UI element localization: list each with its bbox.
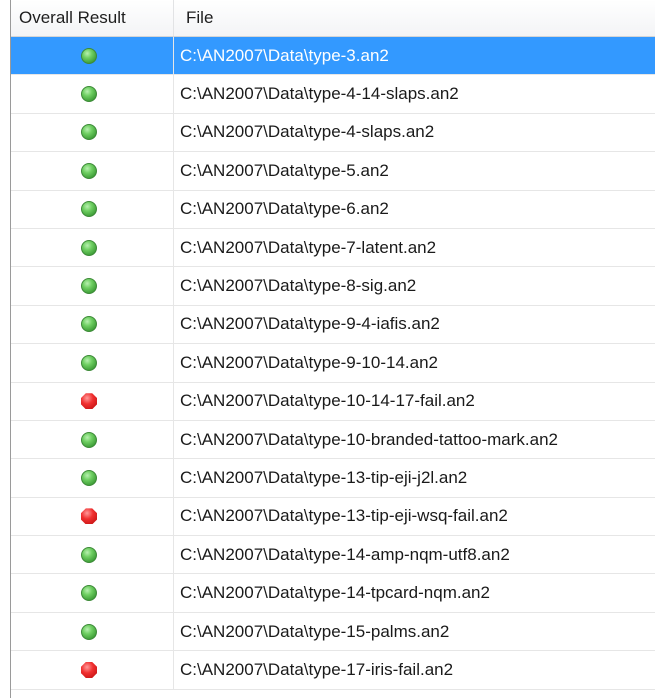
fail-icon xyxy=(81,393,97,410)
file-path-cell: C:\AN2007\Data\type-9-4-iafis.an2 xyxy=(180,314,440,334)
file-path-cell: C:\AN2007\Data\type-10-14-17-fail.an2 xyxy=(180,391,475,411)
table-row[interactable]: C:\AN2007\Data\type-7-latent.an2 xyxy=(11,228,655,268)
pass-icon xyxy=(81,431,97,448)
file-path-cell: C:\AN2007\Data\type-4-14-slaps.an2 xyxy=(180,84,459,104)
pass-icon xyxy=(81,623,97,640)
overall-result-cell xyxy=(11,497,174,536)
overall-result-cell xyxy=(11,651,174,689)
file-path-cell: C:\AN2007\Data\type-14-tpcard-nqm.an2 xyxy=(180,583,490,603)
pass-icon xyxy=(81,47,97,64)
file-path-cell: C:\AN2007\Data\type-13-tip-eji-j2l.an2 xyxy=(180,467,468,487)
pass-icon xyxy=(81,201,97,218)
table-row[interactable]: C:\AN2007\Data\type-9-10-14.an2 xyxy=(11,344,655,383)
file-path-cell: C:\AN2007\Data\type-13-tip-eji-wsq-fail.… xyxy=(180,506,508,526)
list-rows: C:\AN2007\Data\type-3.an2 C:\AN2007\Data\… xyxy=(11,37,655,690)
table-row[interactable]: C:\AN2007\Data\type-3.an2 xyxy=(11,37,655,76)
pass-icon xyxy=(81,86,97,103)
overall-result-cell xyxy=(11,305,174,344)
pass-icon xyxy=(81,546,97,563)
table-row[interactable]: C:\AN2007\Data\type-5.an2 xyxy=(11,152,655,191)
overall-result-cell xyxy=(11,267,174,305)
table-row[interactable]: C:\AN2007\Data\type-10-branded-tattoo-ma… xyxy=(11,420,655,460)
table-row[interactable]: C:\AN2007\Data\type-6.an2 xyxy=(11,190,655,229)
file-path-cell: C:\AN2007\Data\type-9-10-14.an2 xyxy=(180,352,438,372)
overall-result-cell xyxy=(11,536,174,574)
results-list-view[interactable]: Overall Result File C:\AN2007\Data\type-… xyxy=(10,0,655,698)
pass-icon xyxy=(81,469,97,486)
pass-icon xyxy=(81,354,97,371)
file-path-cell: C:\AN2007\Data\type-14-amp-nqm-utf8.an2 xyxy=(180,544,510,564)
table-row[interactable]: C:\AN2007\Data\type-4-14-slaps.an2 xyxy=(11,75,655,114)
pass-icon xyxy=(81,124,97,141)
overall-result-cell xyxy=(11,190,174,228)
pass-icon xyxy=(81,585,97,602)
overall-result-cell xyxy=(11,228,174,267)
file-path-cell: C:\AN2007\Data\type-8-sig.an2 xyxy=(180,276,417,296)
table-row[interactable]: C:\AN2007\Data\type-8-sig.an2 xyxy=(11,267,655,306)
table-row[interactable]: C:\AN2007\Data\type-15-palms.an2 xyxy=(11,612,655,652)
overall-result-cell xyxy=(11,382,174,420)
overall-result-cell xyxy=(11,75,174,113)
fail-icon xyxy=(81,661,97,678)
table-row[interactable]: C:\AN2007\Data\type-14-amp-nqm-utf8.an2 xyxy=(11,536,655,575)
file-path-cell: C:\AN2007\Data\type-4-slaps.an2 xyxy=(180,122,435,142)
overall-result-cell xyxy=(11,37,174,75)
pass-icon xyxy=(81,239,97,256)
overall-result-cell xyxy=(11,459,174,497)
column-header-overall-result[interactable]: Overall Result xyxy=(11,0,174,36)
list-header: Overall Result File xyxy=(11,0,655,37)
pass-icon xyxy=(81,316,97,333)
file-path-cell: C:\AN2007\Data\type-5.an2 xyxy=(180,160,389,180)
table-row[interactable]: C:\AN2007\Data\type-14-tpcard-nqm.an2 xyxy=(11,574,655,613)
fail-icon xyxy=(81,508,97,525)
overall-result-cell xyxy=(11,113,174,152)
table-row[interactable]: C:\AN2007\Data\type-17-iris-fail.an2 xyxy=(11,651,655,690)
table-row[interactable]: C:\AN2007\Data\type-4-slaps.an2 xyxy=(11,113,655,153)
file-path-cell: C:\AN2007\Data\type-3.an2 xyxy=(180,45,389,65)
table-row[interactable]: C:\AN2007\Data\type-13-tip-eji-j2l.an2 xyxy=(11,459,655,498)
table-row[interactable]: C:\AN2007\Data\type-10-14-17-fail.an2 xyxy=(11,382,655,421)
pass-icon xyxy=(81,278,97,295)
overall-result-cell xyxy=(11,344,174,382)
overall-result-cell xyxy=(11,420,174,459)
file-path-cell: C:\AN2007\Data\type-7-latent.an2 xyxy=(180,237,437,257)
overall-result-cell xyxy=(11,152,174,190)
table-row[interactable]: C:\AN2007\Data\type-13-tip-eji-wsq-fail.… xyxy=(11,497,655,537)
overall-result-cell xyxy=(11,612,174,651)
file-path-cell: C:\AN2007\Data\type-15-palms.an2 xyxy=(180,621,450,641)
overall-result-cell xyxy=(11,574,174,612)
table-row[interactable]: C:\AN2007\Data\type-9-4-iafis.an2 xyxy=(11,305,655,345)
file-path-cell: C:\AN2007\Data\type-17-iris-fail.an2 xyxy=(180,659,454,679)
file-path-cell: C:\AN2007\Data\type-6.an2 xyxy=(180,199,389,219)
file-path-cell: C:\AN2007\Data\type-10-branded-tattoo-ma… xyxy=(180,429,558,449)
pass-icon xyxy=(81,162,97,179)
column-header-file[interactable]: File xyxy=(174,0,655,36)
